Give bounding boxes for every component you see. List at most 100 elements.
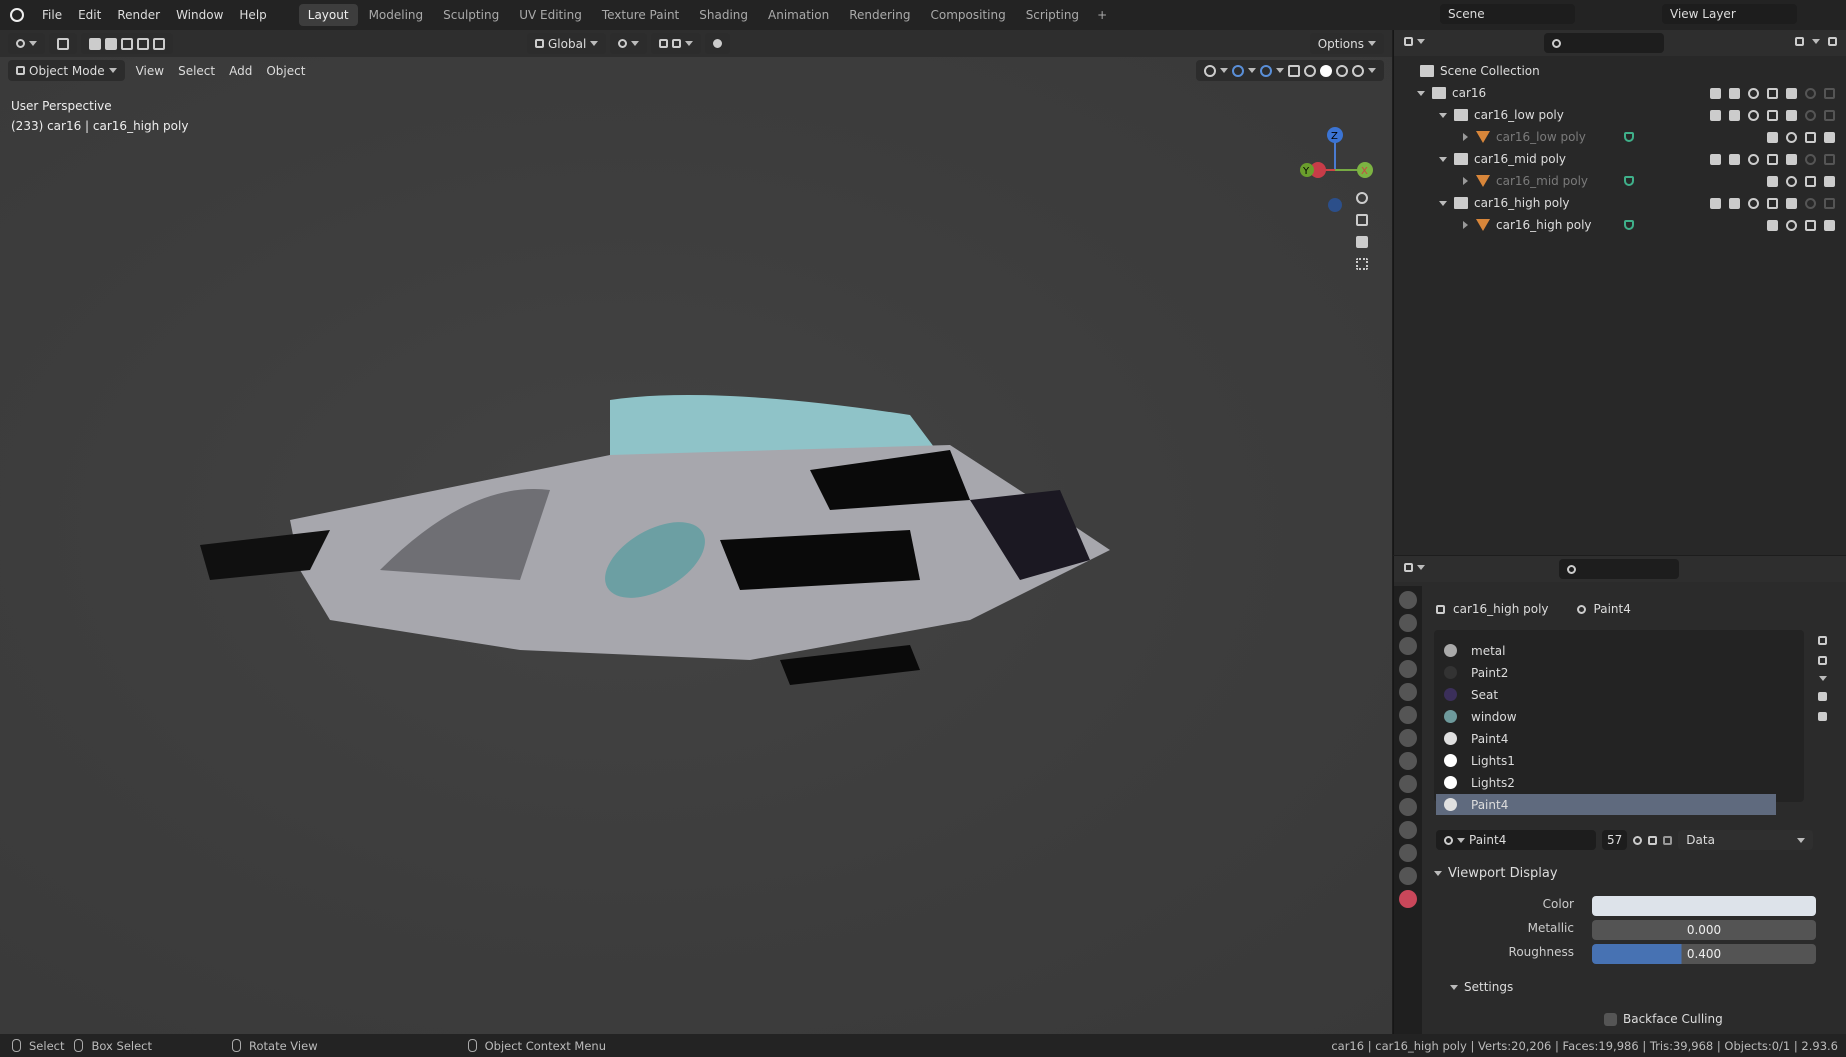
viewport-icon[interactable]: [1805, 219, 1816, 231]
outliner-row[interactable]: car16_mid poly: [1394, 170, 1846, 192]
expand-arrow-icon[interactable]: [1458, 177, 1472, 185]
visibility-icon[interactable]: [1748, 153, 1759, 165]
exclude-checkbox[interactable]: [1710, 153, 1721, 165]
indirect-icon[interactable]: [1824, 87, 1835, 99]
blender-logo-icon[interactable]: [0, 8, 34, 22]
visibility-icon[interactable]: [1748, 197, 1759, 209]
tab-physics-icon[interactable]: [1399, 821, 1417, 839]
render-icon[interactable]: [1786, 153, 1797, 165]
editor-type-icon[interactable]: [1404, 37, 1425, 46]
holdout-icon[interactable]: [1805, 197, 1816, 209]
tab-compositing[interactable]: Compositing: [921, 4, 1014, 26]
tab-animation[interactable]: Animation: [759, 4, 838, 26]
tab-render-icon[interactable]: [1399, 614, 1417, 632]
menu-window[interactable]: Window: [168, 8, 231, 22]
pivot-button[interactable]: [610, 33, 648, 54]
tab-modifier-icon[interactable]: [1399, 775, 1417, 793]
roughness-slider[interactable]: 0.400: [1592, 944, 1816, 964]
material-slot[interactable]: metal: [1436, 640, 1776, 661]
visibility-icon[interactable]: [1786, 131, 1797, 143]
render-icon[interactable]: [1824, 219, 1835, 231]
mode-dropdown[interactable]: Object Mode: [8, 60, 125, 81]
render-icon[interactable]: [1786, 87, 1797, 99]
tab-collection-icon[interactable]: [1399, 729, 1417, 747]
expand-arrow-icon[interactable]: [1458, 221, 1472, 229]
properties-search[interactable]: [1559, 559, 1679, 579]
scene-collection-row[interactable]: Scene Collection: [1394, 60, 1846, 82]
viewport-icon[interactable]: [1805, 131, 1816, 143]
tab-view-layer-icon[interactable]: [1399, 660, 1417, 678]
metallic-slider[interactable]: 0.000: [1592, 920, 1816, 940]
backface-culling-checkbox[interactable]: Backface Culling: [1604, 1012, 1723, 1026]
expand-arrow-icon[interactable]: [1458, 133, 1472, 141]
select-icon[interactable]: [1729, 87, 1740, 99]
visibility-icon[interactable]: [1748, 109, 1759, 121]
viewport-menu-view[interactable]: View: [129, 61, 171, 81]
tab-uv-editing[interactable]: UV Editing: [510, 4, 591, 26]
select-icon[interactable]: [1729, 109, 1740, 121]
material-browse-icon[interactable]: [1444, 835, 1453, 845]
render-icon[interactable]: [1786, 197, 1797, 209]
visibility-icon[interactable]: [1786, 219, 1797, 231]
editor-type-icon[interactable]: [1404, 563, 1425, 572]
shading-buttons[interactable]: [1196, 60, 1384, 81]
viewport-display-panel-header[interactable]: Viewport Display: [1434, 866, 1558, 881]
render-icon[interactable]: [1824, 131, 1835, 143]
render-icon[interactable]: [1786, 109, 1797, 121]
outliner-search[interactable]: [1544, 33, 1664, 53]
viewport-icon[interactable]: [1767, 87, 1778, 99]
indirect-icon[interactable]: [1824, 109, 1835, 121]
outliner-row[interactable]: car16_mid poly: [1394, 148, 1846, 170]
tab-scene-icon[interactable]: [1399, 683, 1417, 701]
tab-constraints-icon[interactable]: [1399, 844, 1417, 862]
settings-panel-header[interactable]: Settings: [1450, 980, 1513, 994]
viewport-icon[interactable]: [1805, 175, 1816, 187]
material-slot[interactable]: window: [1436, 706, 1776, 727]
select-icon[interactable]: [1767, 175, 1778, 187]
collapse-arrow-icon[interactable]: [1414, 90, 1428, 96]
add-workspace-button[interactable]: +: [1088, 4, 1116, 26]
material-name-field[interactable]: Paint4: [1436, 830, 1596, 850]
car-model[interactable]: [190, 370, 1130, 700]
tab-layout[interactable]: Layout: [298, 4, 358, 26]
editor-type-button[interactable]: [8, 33, 45, 54]
render-icon[interactable]: [1824, 175, 1835, 187]
snap-button[interactable]: [651, 33, 702, 54]
visibility-icon[interactable]: [1786, 175, 1797, 187]
menu-edit[interactable]: Edit: [70, 8, 109, 22]
tab-rendering[interactable]: Rendering: [840, 4, 919, 26]
outliner-row[interactable]: car16: [1394, 82, 1846, 104]
link-dropdown[interactable]: Data: [1678, 830, 1814, 850]
menu-render[interactable]: Render: [109, 8, 168, 22]
outliner-row[interactable]: car16_low poly: [1394, 104, 1846, 126]
add-slot-button[interactable]: [1818, 636, 1827, 645]
filter-icon[interactable]: [1795, 37, 1837, 46]
proportional-edit-button[interactable]: [705, 33, 731, 54]
zoom-icon[interactable]: [1356, 192, 1368, 204]
scene-selector[interactable]: Scene: [1440, 4, 1575, 24]
holdout-icon[interactable]: [1805, 109, 1816, 121]
unlink-icon[interactable]: [1663, 835, 1673, 845]
material-slot[interactable]: Lights2: [1436, 772, 1776, 793]
transform-orientation-dropdown[interactable]: Global: [527, 33, 607, 54]
remove-slot-button[interactable]: [1818, 656, 1827, 665]
move-up-button[interactable]: [1818, 692, 1827, 701]
material-slot[interactable]: Paint4: [1436, 728, 1776, 749]
viewport-menu-object[interactable]: Object: [259, 61, 312, 81]
indirect-icon[interactable]: [1824, 153, 1835, 165]
outliner-row[interactable]: car16_high poly: [1394, 214, 1846, 236]
select-icon[interactable]: [1767, 219, 1778, 231]
holdout-icon[interactable]: [1805, 153, 1816, 165]
tab-texture-paint[interactable]: Texture Paint: [593, 4, 688, 26]
3d-viewport[interactable]: Global Options Object Mode View Select Add…: [0, 30, 1392, 1034]
slot-specials-button[interactable]: [1819, 676, 1827, 681]
select-icon[interactable]: [1729, 197, 1740, 209]
material-slot[interactable]: Paint4: [1436, 794, 1776, 815]
move-down-button[interactable]: [1818, 712, 1827, 721]
tab-tool-icon[interactable]: [1399, 591, 1417, 609]
tab-output-icon[interactable]: [1399, 637, 1417, 655]
collapse-arrow-icon[interactable]: [1436, 112, 1450, 118]
camera-view-icon[interactable]: [1356, 236, 1368, 248]
menu-file[interactable]: File: [34, 8, 70, 22]
viewport-icon[interactable]: [1767, 197, 1778, 209]
